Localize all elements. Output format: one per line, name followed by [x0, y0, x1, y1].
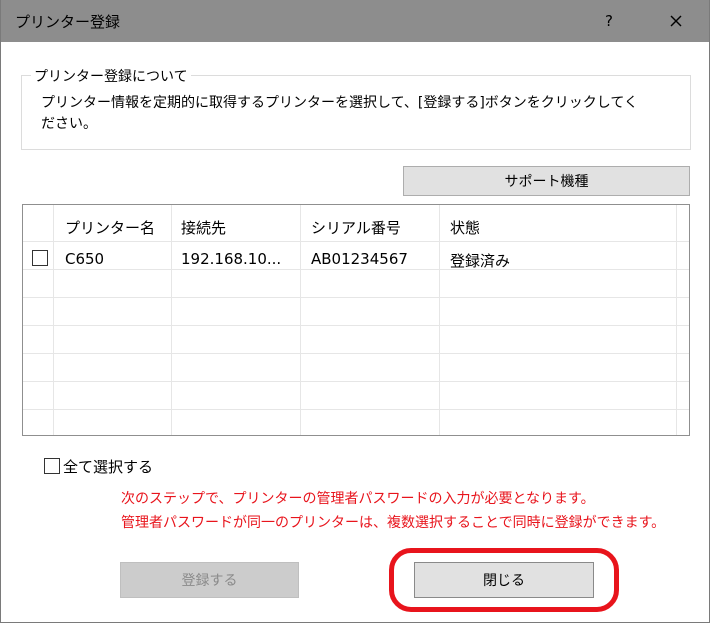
- close-button-highlight: [389, 548, 619, 612]
- select-all-label[interactable]: 全て選択する: [63, 456, 153, 477]
- register-button[interactable]: 登録する: [120, 562, 299, 598]
- cell-printer-name: C650: [65, 250, 105, 268]
- note-line-2: 管理者パスワードが同一のプリンターは、複数選択することで同時に登録ができます。: [121, 515, 666, 531]
- row-divider: [23, 269, 689, 270]
- select-all-checkbox[interactable]: [44, 458, 60, 474]
- about-description: プリンター情報を定期的に取得するプリンターを選択して、[登録する]ボタンをクリッ…: [41, 95, 638, 132]
- cell-connection: 192.168.10...: [181, 250, 282, 268]
- window-title: プリンター登録: [15, 13, 121, 31]
- row-divider: [23, 381, 689, 382]
- column-divider: [676, 205, 677, 435]
- printer-registration-dialog: プリンター登録 ? プリンター登録について プリンター情報を定期的に取得するプリ…: [0, 0, 710, 623]
- close-window-button[interactable]: [663, 9, 689, 33]
- column-header-status[interactable]: 状態: [450, 217, 480, 238]
- about-legend: プリンター登録について: [31, 66, 191, 86]
- row-divider: [23, 353, 689, 354]
- row-checkbox[interactable]: [32, 250, 48, 266]
- column-divider: [171, 205, 172, 435]
- row-divider: [23, 409, 689, 410]
- close-icon: [670, 15, 682, 27]
- printer-table: プリンター名 接続先 シリアル番号 状態 C650 192.168.10... …: [22, 204, 690, 436]
- column-divider: [300, 205, 301, 435]
- column-header-printer-name[interactable]: プリンター名: [65, 217, 155, 238]
- row-divider: [23, 241, 689, 242]
- column-header-connection[interactable]: 接続先: [181, 217, 226, 238]
- column-divider: [53, 205, 54, 435]
- supported-models-button[interactable]: サポート機種: [403, 166, 690, 196]
- title-bar[interactable]: プリンター登録 ?: [1, 0, 709, 42]
- column-header-serial-number[interactable]: シリアル番号: [311, 217, 401, 238]
- row-divider: [23, 297, 689, 298]
- cell-status: 登録済み: [450, 252, 511, 270]
- column-divider: [439, 205, 440, 435]
- help-button[interactable]: ?: [597, 9, 621, 33]
- note-line-1: 次のステップで、プリンターの管理者パスワードの入力が必要となります。: [121, 491, 595, 507]
- cell-serial-number: AB01234567: [311, 250, 408, 268]
- row-divider: [23, 325, 689, 326]
